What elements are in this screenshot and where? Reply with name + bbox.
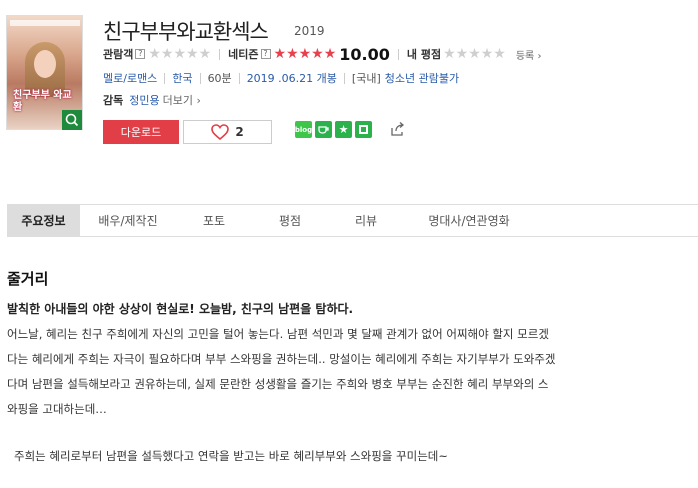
poster-face [34,50,56,78]
synopsis-line: 와핑을 고대하는데… [7,402,107,416]
tab-quotes-related[interactable]: 명대사/연관영화 [404,205,534,236]
netizen-score: 10.00 [339,44,390,64]
like-count: 2 [235,125,244,139]
country-link[interactable]: 한국 [172,70,192,86]
synopsis-subtitle: 발칙한 아내들의 야한 상상이 현실로! 오늘밤, 친구의 남편을 탐하다. [7,302,354,316]
tab-reviews[interactable]: 리뷰 [328,205,404,236]
poster-tagline-strip [10,20,80,26]
bookmark-star-icon[interactable]: ★ [335,121,352,138]
movie-tabs: 주요정보 배우/제작진 포토 평점 리뷰 명대사/연관영화 [7,204,698,237]
runtime: 60분 [207,72,232,85]
netizen-stars: ★★★★★ [273,46,337,62]
director-label: 감독 [103,94,124,107]
tab-cast-crew[interactable]: 배우/제작진 [80,205,176,236]
release-date-link[interactable]: 2019 .06.21 개봉 [247,70,337,86]
more-link[interactable]: 더보기 › [163,92,201,108]
search-icon[interactable] [62,110,82,130]
synopsis-line: 어느날, 혜리는 친구 주희에게 자신의 고민을 털어 놓는다. 남편 석민과 … [7,327,549,341]
genre-link[interactable]: 멜로/로맨스 [103,70,157,86]
divider [219,48,221,60]
help-icon[interactable]: ? [260,49,271,59]
audience-rating-label: 관람객 [103,48,134,61]
help-icon[interactable]: ? [135,49,146,59]
chevron-right-icon: › [196,94,201,107]
my-rating-stars[interactable]: ★★★★★ [443,47,506,61]
blog-share-label: blog [294,125,313,134]
synopsis-extra: 주희는 혜리로부터 남편을 설득했다고 연락을 받고는 바로 혜리부부와 스와핑… [14,449,448,463]
download-button[interactable]: 다운로드 [103,120,179,144]
synopsis-line: 다며 남편을 설득해보라고 권유하는데, 실제 문란한 성생활을 즐기는 주희와… [7,377,549,391]
heart-icon [211,124,230,140]
release-year: 2019 [294,24,325,38]
divider [164,72,166,84]
age-rating-link[interactable]: 청소년 관람불가 [385,70,459,86]
movie-info-row: 멜로/로맨스 한국 60분 2019 .06.21 개봉 [국내] 청소년 관람… [103,70,459,86]
divider [343,72,345,84]
register-rating-link[interactable]: 등록 › [516,47,542,62]
tab-main-info[interactable]: 주요정보 [7,205,80,236]
memo-share-icon[interactable] [355,121,372,138]
divider [238,72,240,84]
my-rating-label: 내 평점 [406,48,442,61]
rating-region: [국내] [351,72,381,85]
blog-share-icon[interactable]: blog [295,121,312,138]
cafe-share-icon[interactable] [315,121,332,138]
divider [199,72,201,84]
rating-row: 관람객 ? ★★★★★ 네티즌 ? ★★★★★ 10.00 내 평점 ★★★★★… [103,44,542,64]
share-icons: blog ★ [295,121,372,138]
tab-photo[interactable]: 포토 [176,205,252,236]
director-row: 감독 정민용 더보기 › [103,92,201,108]
synopsis-body: 어느날, 혜리는 친구 주희에게 자신의 고민을 털어 놓는다. 남편 석민과 … [7,322,647,422]
chevron-right-icon: › [537,50,542,62]
share-icon[interactable] [389,121,406,138]
more-label: 더보기 [162,94,193,107]
tab-ratings[interactable]: 평점 [252,205,328,236]
page-title: 친구부부와교환섹스 [103,20,269,44]
synopsis-heading: 줄거리 [7,270,49,288]
audience-stars: ★★★★★ [148,46,212,62]
netizen-rating-label: 네티즌 [228,48,259,61]
synopsis-line: 다는 혜리에게 주희는 자극이 필요하다며 부부 스와핑을 권하는데.. 망설이… [7,352,556,366]
register-label: 등록 [515,50,535,62]
director-name-link[interactable]: 정민용 [129,92,159,108]
like-button[interactable]: 2 [183,120,272,144]
divider [397,48,399,60]
